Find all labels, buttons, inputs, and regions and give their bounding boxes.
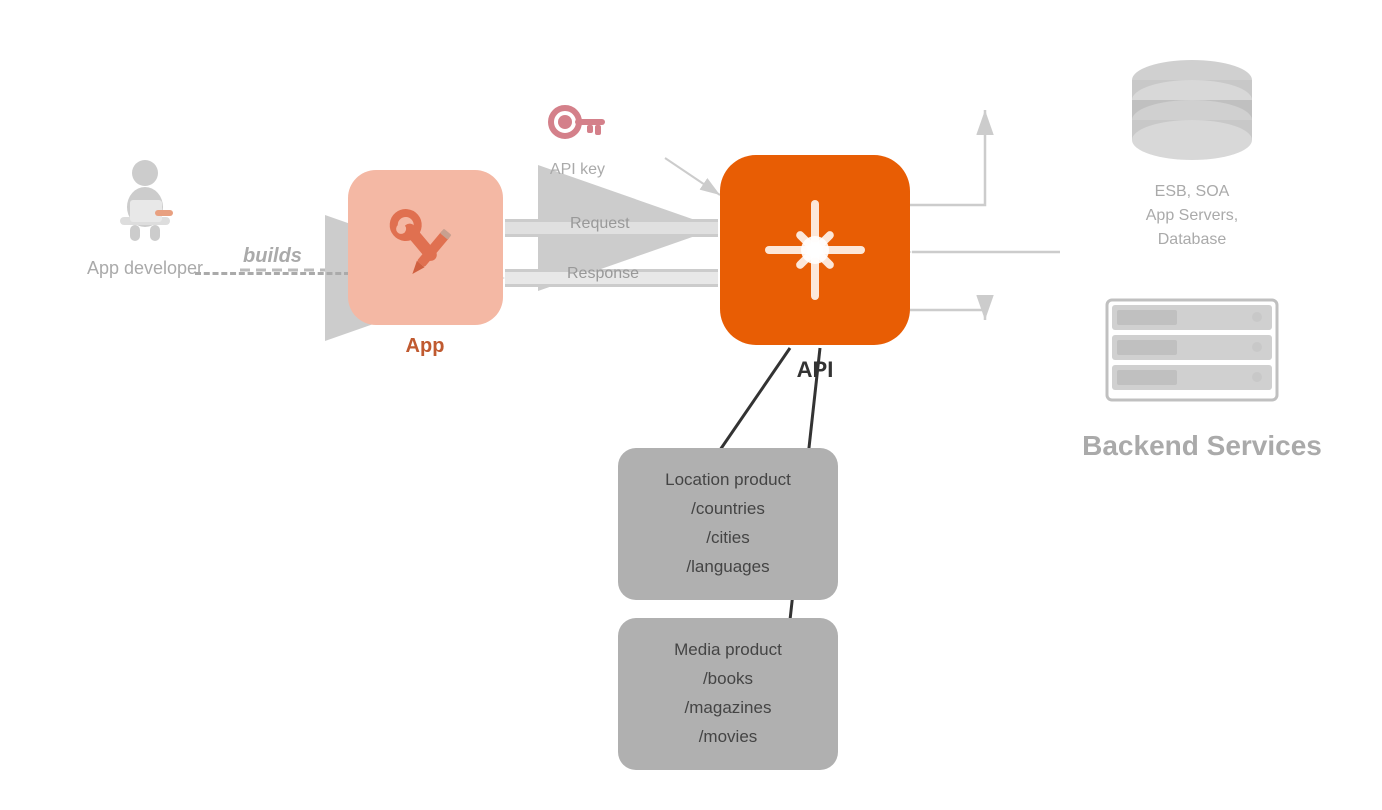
database-icon [1112,50,1272,170]
api-key-label: API key [545,161,610,179]
request-label: Request [570,215,630,233]
location-product-box: Location product /countries /cities /lan… [618,448,838,600]
media-product-text: Media product /books /magazines /movies [634,636,822,752]
api-label: API [715,357,915,383]
backend-services-label: Backend Services [1082,430,1322,461]
api-main-container: API [715,155,915,383]
api-logo-icon [750,185,880,315]
api-icon-box [720,155,910,345]
response-label: Response [567,265,639,283]
media-product-box: Media product /books /magazines /movies [618,618,838,770]
builds-label: builds [195,245,350,268]
server-icon-container [1082,295,1302,420]
app-label: App [345,335,505,358]
database-icon-container: ESB, SOA App Servers, Database [1082,50,1302,252]
location-product-text: Location product /countries /cities /lan… [634,466,822,582]
tools-icon [375,198,475,298]
builds-dashes [195,272,350,275]
diagram-container: App developer builds [0,0,1382,810]
app-icon-box [348,170,503,325]
builds-container: builds [195,245,350,275]
developer-icon [100,155,190,245]
app-icon-container: App [345,170,505,358]
key-icon [545,100,610,150]
backend-services-label-container: Backend Services [1062,430,1342,462]
server-icon [1102,295,1282,415]
esb-soa-label: ESB, SOA App Servers, Database [1082,180,1302,252]
api-key-container: API key [545,100,610,179]
